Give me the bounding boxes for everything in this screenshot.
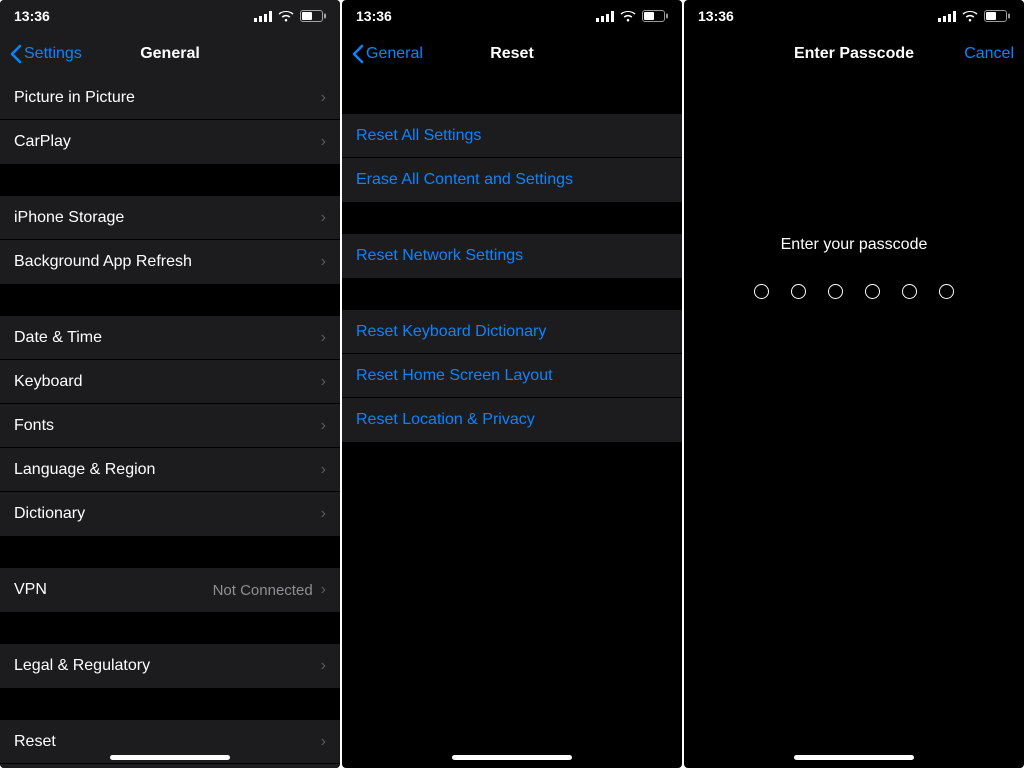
- passcode-dot: [865, 284, 880, 299]
- home-indicator[interactable]: [110, 755, 230, 760]
- row-label: Erase All Content and Settings: [356, 171, 668, 189]
- row-label: CarPlay: [14, 133, 321, 151]
- home-indicator[interactable]: [794, 755, 914, 760]
- passcode-dot: [902, 284, 917, 299]
- battery-icon: [984, 10, 1010, 22]
- chevron-right-icon: ›: [321, 209, 326, 227]
- row-reset-home-screen-layout[interactable]: Reset Home Screen Layout: [342, 354, 682, 398]
- row-reset-network-settings[interactable]: Reset Network Settings: [342, 234, 682, 278]
- row-dictionary[interactable]: Dictionary ›: [0, 492, 340, 536]
- row-picture-in-picture[interactable]: Picture in Picture ›: [0, 76, 340, 120]
- row-shut-down[interactable]: Shut Down: [0, 764, 340, 768]
- row-label: Keyboard: [14, 373, 321, 391]
- row-label: Legal & Regulatory: [14, 657, 321, 675]
- row-label: Dictionary: [14, 505, 321, 523]
- status-icons: [254, 10, 326, 22]
- status-icons: [596, 10, 668, 22]
- battery-icon: [300, 10, 326, 22]
- row-language-region[interactable]: Language & Region ›: [0, 448, 340, 492]
- row-reset-all-settings[interactable]: Reset All Settings: [342, 114, 682, 158]
- wifi-icon: [278, 10, 294, 22]
- nav-bar: General Reset: [342, 32, 682, 76]
- chevron-left-icon: [352, 44, 364, 64]
- row-label: Reset Keyboard Dictionary: [356, 323, 668, 341]
- row-label: Picture in Picture: [14, 89, 321, 107]
- passcode-dot: [939, 284, 954, 299]
- passcode-dot: [828, 284, 843, 299]
- cellular-icon: [938, 11, 956, 22]
- screen-reset: 13:36 General Reset Reset All Settings E…: [342, 0, 682, 768]
- row-date-time[interactable]: Date & Time ›: [0, 316, 340, 360]
- passcode-prompt: Enter your passcode: [684, 236, 1024, 254]
- chevron-right-icon: ›: [321, 89, 326, 107]
- status-bar: 13:36: [342, 0, 682, 32]
- status-time: 13:36: [14, 8, 50, 24]
- row-label: Language & Region: [14, 461, 321, 479]
- back-button[interactable]: General: [352, 44, 423, 64]
- row-fonts[interactable]: Fonts ›: [0, 404, 340, 448]
- chevron-right-icon: ›: [321, 329, 326, 347]
- wifi-icon: [620, 10, 636, 22]
- general-list[interactable]: Picture in Picture › CarPlay › iPhone St…: [0, 76, 340, 768]
- row-value: Not Connected: [213, 582, 313, 599]
- nav-bar: Settings General: [0, 32, 340, 76]
- row-label: iPhone Storage: [14, 209, 321, 227]
- row-legal-regulatory[interactable]: Legal & Regulatory ›: [0, 644, 340, 688]
- passcode-dot: [791, 284, 806, 299]
- cellular-icon: [254, 11, 272, 22]
- back-label: Settings: [24, 45, 82, 63]
- row-label: Reset Home Screen Layout: [356, 367, 668, 385]
- row-label: Reset All Settings: [356, 127, 668, 145]
- chevron-right-icon: ›: [321, 505, 326, 523]
- chevron-right-icon: ›: [321, 581, 326, 599]
- status-time: 13:36: [356, 8, 392, 24]
- row-label: Reset: [14, 733, 321, 751]
- row-background-app-refresh[interactable]: Background App Refresh ›: [0, 240, 340, 284]
- cancel-button[interactable]: Cancel: [964, 45, 1014, 63]
- row-reset-location-privacy[interactable]: Reset Location & Privacy: [342, 398, 682, 442]
- home-indicator[interactable]: [452, 755, 572, 760]
- screen-passcode: 13:36 Enter Passcode Cancel Enter your p…: [684, 0, 1024, 768]
- reset-list[interactable]: Reset All Settings Erase All Content and…: [342, 76, 682, 768]
- back-button[interactable]: Settings: [10, 44, 82, 64]
- status-time: 13:36: [698, 8, 734, 24]
- chevron-right-icon: ›: [321, 373, 326, 391]
- row-label: Background App Refresh: [14, 253, 321, 271]
- row-label: Fonts: [14, 417, 321, 435]
- row-carplay[interactable]: CarPlay ›: [0, 120, 340, 164]
- row-label: Date & Time: [14, 329, 321, 347]
- row-erase-all-content[interactable]: Erase All Content and Settings: [342, 158, 682, 202]
- row-keyboard[interactable]: Keyboard ›: [0, 360, 340, 404]
- row-label: VPN: [14, 581, 213, 599]
- status-bar: 13:36: [684, 0, 1024, 32]
- nav-bar: Enter Passcode Cancel: [684, 32, 1024, 76]
- chevron-right-icon: ›: [321, 733, 326, 751]
- passcode-content: Enter your passcode: [684, 76, 1024, 768]
- row-label: Reset Location & Privacy: [356, 411, 668, 429]
- row-vpn[interactable]: VPN Not Connected ›: [0, 568, 340, 612]
- row-iphone-storage[interactable]: iPhone Storage ›: [0, 196, 340, 240]
- chevron-right-icon: ›: [321, 253, 326, 271]
- chevron-left-icon: [10, 44, 22, 64]
- passcode-dot: [754, 284, 769, 299]
- back-label: General: [366, 45, 423, 63]
- wifi-icon: [962, 10, 978, 22]
- chevron-right-icon: ›: [321, 461, 326, 479]
- battery-icon: [642, 10, 668, 22]
- chevron-right-icon: ›: [321, 133, 326, 151]
- status-icons: [938, 10, 1010, 22]
- row-reset-keyboard-dictionary[interactable]: Reset Keyboard Dictionary: [342, 310, 682, 354]
- row-label: Reset Network Settings: [356, 247, 668, 265]
- screen-general: 13:36 Settings General Picture in Pictur…: [0, 0, 340, 768]
- passcode-dots[interactable]: [684, 284, 1024, 299]
- chevron-right-icon: ›: [321, 657, 326, 675]
- status-bar: 13:36: [0, 0, 340, 32]
- cellular-icon: [596, 11, 614, 22]
- chevron-right-icon: ›: [321, 417, 326, 435]
